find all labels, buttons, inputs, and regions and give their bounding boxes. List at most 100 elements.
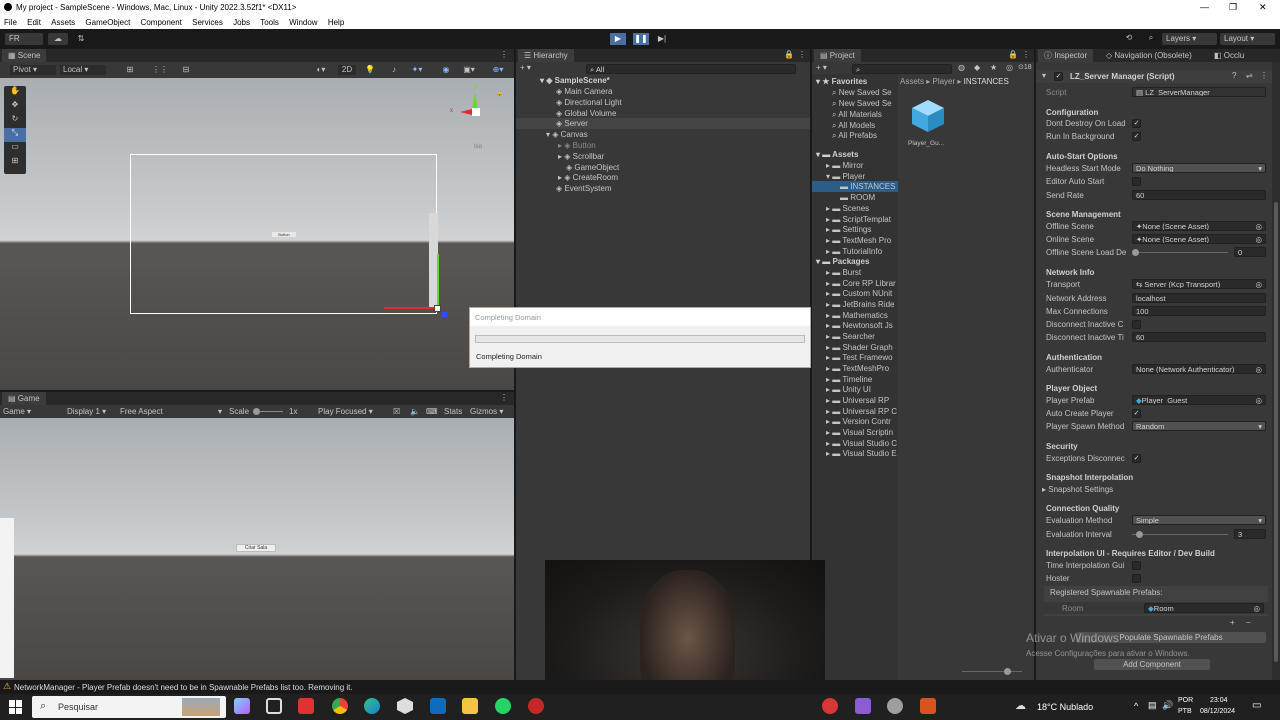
y-axis-handle[interactable] <box>437 254 439 308</box>
hierarchy-item[interactable]: ◈ Directional Light <box>556 97 622 108</box>
assets-section[interactable]: ▾ ▬ Assets <box>816 149 858 160</box>
menu-help[interactable]: Help <box>328 18 344 27</box>
aspect-dropdown[interactable]: Free Aspect ▾ <box>120 406 222 417</box>
app-orange-icon[interactable] <box>920 698 936 714</box>
taskbar-search-box[interactable]: ⌕ Pesquisar <box>32 696 226 718</box>
move-tool-icon[interactable]: ✥ <box>4 100 26 114</box>
mute-audio-icon[interactable]: ☒ <box>393 406 400 417</box>
send-rate-input[interactable]: 60 <box>1132 190 1266 200</box>
collab-icon[interactable]: ⇅ <box>74 33 88 45</box>
language-secondary[interactable]: PTB <box>1178 708 1192 715</box>
spawnable-list-item[interactable]: Room ◆Room ◎ <box>1044 602 1268 614</box>
clock-time[interactable]: 23:04 <box>1210 697 1228 704</box>
create-room-button[interactable]: Criar Sala <box>236 544 276 552</box>
component-help-icon[interactable]: ? <box>1232 71 1236 80</box>
project-search-input[interactable]: ⌕ <box>852 64 952 74</box>
visibility-icon[interactable]: ◉ <box>438 65 454 75</box>
favorite-item[interactable]: ⌕ All Materials <box>832 109 882 120</box>
copilot-icon[interactable] <box>234 698 250 714</box>
search-icon[interactable]: ⌕ <box>1144 33 1158 45</box>
filter-type-icon[interactable]: ◍ <box>958 63 965 72</box>
folder-item[interactable]: ▸ ▬ Scenes <box>826 203 869 214</box>
tab-game[interactable]: ▤ Game <box>2 392 46 405</box>
hand-tool-icon[interactable]: ✋ <box>4 86 26 100</box>
hierarchy-item[interactable]: ◈ EventSystem <box>556 183 612 194</box>
rect-tool-icon[interactable]: ▭ <box>4 142 26 156</box>
eval-interval-input[interactable]: 3 <box>1234 529 1266 539</box>
hierarchy-item[interactable]: ▾ ◈ Canvas <box>546 129 588 140</box>
hierarchy-item-disabled[interactable]: ▸ ◈ Button <box>558 140 596 151</box>
add-component-button[interactable]: Add Component <box>1094 659 1210 670</box>
object-picker-icon[interactable]: ◎ <box>1255 396 1262 404</box>
align-icon[interactable]: ⊟ <box>176 65 196 75</box>
transform-tool-icon[interactable]: ⊞ <box>4 156 26 170</box>
hierarchy-menu-icon[interactable]: ⋮ <box>798 50 806 59</box>
scale-slider[interactable] <box>253 408 283 415</box>
menu-edit[interactable]: Edit <box>27 18 41 27</box>
package-item[interactable]: ▸ ▬ Newtonsoft Js <box>826 320 893 331</box>
dont-destroy-checkbox[interactable]: ✓ <box>1132 119 1141 128</box>
weather-text[interactable]: 18°C Nublado <box>1037 702 1093 712</box>
hierarchy-item-selected[interactable]: ◈ Server <box>516 118 810 129</box>
favorite-item[interactable]: ⌕ New Saved Se <box>832 87 892 98</box>
game-scrollbar[interactable] <box>0 518 14 678</box>
menu-component[interactable]: Component <box>141 18 182 27</box>
whatsapp-icon[interactable] <box>495 698 511 714</box>
outlook-icon[interactable] <box>430 698 446 714</box>
menu-gameobject[interactable]: GameObject <box>85 18 130 27</box>
package-item[interactable]: ▸ ▬ Universal RP <box>826 395 889 406</box>
audio-icon[interactable]: ♪ <box>386 65 402 75</box>
hierarchy-item[interactable]: ▸ ◈ Scrollbar <box>558 151 604 162</box>
clock-date[interactable]: 08/12/2024 <box>1200 708 1235 715</box>
player-prefab-field[interactable]: ◆Player_Guest ◎ <box>1132 395 1266 405</box>
favorite-item[interactable]: ⌕ New Saved Se <box>832 98 892 109</box>
component-header[interactable]: ▾ ✓ LZ_Server Manager (Script) ? ⇌ ⋮ <box>1036 70 1272 83</box>
disconnect-timeout-input[interactable]: 60 <box>1132 332 1266 342</box>
package-item[interactable]: ▸ ▬ TextMeshPro <box>826 363 889 374</box>
account-button[interactable]: FR <box>5 33 43 45</box>
tab-project[interactable]: ▤ Project <box>814 49 861 62</box>
increment-snap-icon[interactable]: ⋮⋮ <box>150 65 170 75</box>
hierarchy-lock-icon[interactable]: 🔒 <box>784 50 794 59</box>
folder-item[interactable]: ▸ ▬ TextMesh Pro <box>826 235 891 246</box>
rotate-tool-icon[interactable]: ↻ <box>4 114 26 128</box>
game-viewport[interactable]: Criar Sala <box>0 418 514 680</box>
packages-section[interactable]: ▾ ▬ Packages <box>816 256 869 267</box>
2d-toggle[interactable]: 2D <box>338 65 356 75</box>
spawn-method-dropdown[interactable]: Random ▾ <box>1132 421 1266 431</box>
layout-dropdown[interactable]: Layout ▾ <box>1220 33 1275 45</box>
lighting-icon[interactable]: 💡 <box>362 65 378 75</box>
gizmo-center[interactable] <box>472 108 480 116</box>
object-picker-icon[interactable]: ◎ <box>1255 365 1262 373</box>
prefab-cube-icon[interactable] <box>910 98 946 134</box>
package-item[interactable]: ▸ ▬ Burst <box>826 267 861 278</box>
language-primary[interactable]: POR <box>1178 697 1193 704</box>
disconnect-inactive-checkbox[interactable] <box>1132 320 1141 329</box>
package-item[interactable]: ▸ ▬ Test Framewo <box>826 352 893 363</box>
project-menu-icon[interactable]: ⋮ <box>1022 50 1030 59</box>
object-picker-icon[interactable]: ◎ <box>1255 222 1262 230</box>
max-conn-input[interactable]: 100 <box>1132 306 1266 316</box>
package-item[interactable]: ▸ ▬ Version Contr <box>826 416 891 427</box>
notifications-icon[interactable]: ▭ <box>1252 700 1261 711</box>
gizmos-toggle[interactable]: Gizmos ▾ <box>470 406 503 417</box>
address-input[interactable]: localhost <box>1132 293 1266 303</box>
gizmo-x-cone[interactable] <box>460 109 472 115</box>
package-item[interactable]: ▸ ▬ Visual Scriptin <box>826 427 893 438</box>
menu-services[interactable]: Services <box>192 18 223 27</box>
offline-delay-slider[interactable] <box>1132 249 1228 256</box>
step-button[interactable]: ▶| <box>655 33 669 45</box>
snapshot-settings-foldout[interactable]: ▸ Snapshot Settings <box>1042 484 1113 495</box>
hidden-packages-icon[interactable]: ◎ <box>1006 63 1013 72</box>
z-axis-handle[interactable] <box>442 312 447 317</box>
tab-occlusion[interactable]: ◧ Occlu <box>1208 49 1250 62</box>
local-dropdown[interactable]: Local ▾ <box>60 65 106 75</box>
transport-field[interactable]: ⇆ Server (Kcp Transport) ◎ <box>1132 279 1266 289</box>
favorite-icon[interactable]: ★ <box>990 63 997 72</box>
task-view-icon[interactable] <box>266 698 282 714</box>
component-menu-icon[interactable]: ⋮ <box>1260 71 1268 80</box>
room-prefab-field[interactable]: ◆Room ◎ <box>1144 603 1264 613</box>
eval-interval-slider[interactable] <box>1132 531 1228 538</box>
app-red-icon[interactable] <box>528 698 544 714</box>
play-focused-dropdown[interactable]: Play Focused ▾ <box>318 406 373 417</box>
